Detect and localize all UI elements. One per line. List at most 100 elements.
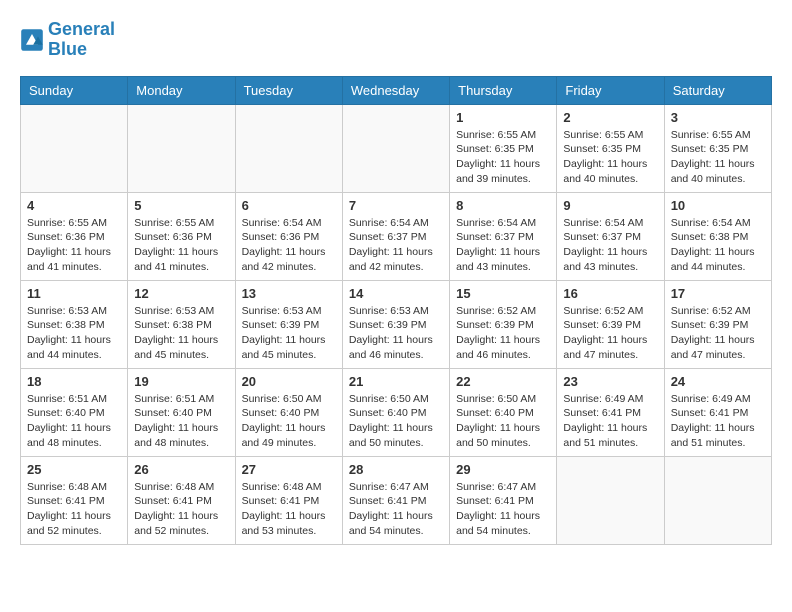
calendar-cell: 16Sunrise: 6:52 AMSunset: 6:39 PMDayligh… [557, 280, 664, 368]
day-header-friday: Friday [557, 76, 664, 104]
calendar-cell: 22Sunrise: 6:50 AMSunset: 6:40 PMDayligh… [450, 368, 557, 456]
day-number: 18 [27, 374, 121, 389]
calendar-cell: 29 Sunrise: 6:47 AMSunset: 6:41 PMDayligh… [450, 456, 557, 544]
day-number: 13 [242, 286, 336, 301]
day-number: 8 [456, 198, 550, 213]
day-number: 3 [671, 110, 765, 125]
calendar-cell: 13 Sunrise: 6:53 AMSunset: 6:39 PMDayligh… [235, 280, 342, 368]
calendar-cell: 11 Sunrise: 6:53 AMSunset: 6:38 PMDayligh… [21, 280, 128, 368]
day-info: Sunrise: 6:55 AMSunset: 6:36 PMDaylight:… [27, 216, 121, 275]
day-number: 27 [242, 462, 336, 477]
calendar-cell: 4 Sunrise: 6:55 AMSunset: 6:36 PMDaylight… [21, 192, 128, 280]
day-number: 29 [456, 462, 550, 477]
day-header-thursday: Thursday [450, 76, 557, 104]
calendar-week-1: 1 Sunrise: 6:55 AMSunset: 6:35 PMDaylight… [21, 104, 772, 192]
calendar-week-5: 25 Sunrise: 6:48 AMSunset: 6:41 PMDayligh… [21, 456, 772, 544]
calendar-cell: 23 Sunrise: 6:49 AMSunset: 6:41 PMDayligh… [557, 368, 664, 456]
calendar-cell: 21 Sunrise: 6:50 AMSunset: 6:40 PMDayligh… [342, 368, 449, 456]
day-info: Sunrise: 6:49 AMSunset: 6:41 PMDaylight:… [671, 392, 765, 451]
day-header-wednesday: Wednesday [342, 76, 449, 104]
calendar-cell: 10 Sunrise: 6:54 AMSunset: 6:38 PMDayligh… [664, 192, 771, 280]
day-number: 26 [134, 462, 228, 477]
day-info: Sunrise: 6:48 AMSunset: 6:41 PMDaylight:… [242, 480, 336, 539]
day-info: Sunrise: 6:53 AMSunset: 6:39 PMDaylight:… [349, 304, 443, 363]
day-number: 1 [456, 110, 550, 125]
logo-text: General Blue [48, 20, 115, 60]
day-info: Sunrise: 6:47 AMSunset: 6:41 PMDaylight:… [349, 480, 443, 539]
day-number: 17 [671, 286, 765, 301]
day-number: 12 [134, 286, 228, 301]
day-info: Sunrise: 6:47 AMSunset: 6:41 PMDaylight:… [456, 480, 550, 539]
day-number: 21 [349, 374, 443, 389]
day-header-sunday: Sunday [21, 76, 128, 104]
day-number: 6 [242, 198, 336, 213]
calendar-cell: 9 Sunrise: 6:54 AMSunset: 6:37 PMDaylight… [557, 192, 664, 280]
calendar-cell: 5Sunrise: 6:55 AMSunset: 6:36 PMDaylight… [128, 192, 235, 280]
day-info: Sunrise: 6:54 AMSunset: 6:36 PMDaylight:… [242, 216, 336, 275]
day-info: Sunrise: 6:50 AMSunset: 6:40 PMDaylight:… [456, 392, 550, 451]
calendar-cell: 19 Sunrise: 6:51 AMSunset: 6:40 PMDayligh… [128, 368, 235, 456]
day-info: Sunrise: 6:51 AMSunset: 6:40 PMDaylight:… [134, 392, 228, 451]
day-info: Sunrise: 6:49 AMSunset: 6:41 PMDaylight:… [563, 392, 657, 451]
calendar-cell [557, 456, 664, 544]
calendar-cell: 3 Sunrise: 6:55 AMSunset: 6:35 PMDaylight… [664, 104, 771, 192]
calendar-cell [342, 104, 449, 192]
calendar-cell [21, 104, 128, 192]
day-number: 10 [671, 198, 765, 213]
day-info: Sunrise: 6:55 AMSunset: 6:35 PMDaylight:… [671, 128, 765, 187]
calendar-cell: 12 Sunrise: 6:53 AMSunset: 6:38 PMDayligh… [128, 280, 235, 368]
day-number: 23 [563, 374, 657, 389]
calendar: SundayMondayTuesdayWednesdayThursdayFrid… [20, 76, 772, 545]
day-info: Sunrise: 6:53 AMSunset: 6:39 PMDaylight:… [242, 304, 336, 363]
day-info: Sunrise: 6:54 AMSunset: 6:38 PMDaylight:… [671, 216, 765, 275]
day-info: Sunrise: 6:54 AMSunset: 6:37 PMDaylight:… [456, 216, 550, 275]
calendar-cell: 28 Sunrise: 6:47 AMSunset: 6:41 PMDayligh… [342, 456, 449, 544]
page-header: General Blue [20, 20, 772, 60]
day-info: Sunrise: 6:52 AMSunset: 6:39 PMDaylight:… [671, 304, 765, 363]
day-number: 25 [27, 462, 121, 477]
day-number: 11 [27, 286, 121, 301]
day-number: 4 [27, 198, 121, 213]
logo-icon [20, 28, 44, 52]
calendar-cell: 17 Sunrise: 6:52 AMSunset: 6:39 PMDayligh… [664, 280, 771, 368]
calendar-cell: 7Sunrise: 6:54 AMSunset: 6:37 PMDaylight… [342, 192, 449, 280]
day-info: Sunrise: 6:53 AMSunset: 6:38 PMDaylight:… [134, 304, 228, 363]
day-info: Sunrise: 6:54 AMSunset: 6:37 PMDaylight:… [349, 216, 443, 275]
logo: General Blue [20, 20, 115, 60]
day-info: Sunrise: 6:48 AMSunset: 6:41 PMDaylight:… [27, 480, 121, 539]
calendar-cell: 15 Sunrise: 6:52 AMSunset: 6:39 PMDayligh… [450, 280, 557, 368]
day-number: 15 [456, 286, 550, 301]
calendar-cell: 2Sunrise: 6:55 AMSunset: 6:35 PMDaylight… [557, 104, 664, 192]
day-header-saturday: Saturday [664, 76, 771, 104]
calendar-cell: 1 Sunrise: 6:55 AMSunset: 6:35 PMDaylight… [450, 104, 557, 192]
day-number: 28 [349, 462, 443, 477]
day-info: Sunrise: 6:52 AMSunset: 6:39 PMDaylight:… [456, 304, 550, 363]
calendar-cell: 8 Sunrise: 6:54 AMSunset: 6:37 PMDaylight… [450, 192, 557, 280]
day-info: Sunrise: 6:55 AMSunset: 6:35 PMDaylight:… [456, 128, 550, 187]
day-header-tuesday: Tuesday [235, 76, 342, 104]
day-info: Sunrise: 6:50 AMSunset: 6:40 PMDaylight:… [349, 392, 443, 451]
day-info: Sunrise: 6:51 AMSunset: 6:40 PMDaylight:… [27, 392, 121, 451]
day-number: 20 [242, 374, 336, 389]
day-number: 14 [349, 286, 443, 301]
day-number: 19 [134, 374, 228, 389]
calendar-cell: 6 Sunrise: 6:54 AMSunset: 6:36 PMDaylight… [235, 192, 342, 280]
calendar-cell: 27 Sunrise: 6:48 AMSunset: 6:41 PMDayligh… [235, 456, 342, 544]
day-info: Sunrise: 6:48 AMSunset: 6:41 PMDaylight:… [134, 480, 228, 539]
day-number: 24 [671, 374, 765, 389]
day-number: 16 [563, 286, 657, 301]
calendar-cell [235, 104, 342, 192]
day-info: Sunrise: 6:54 AMSunset: 6:37 PMDaylight:… [563, 216, 657, 275]
calendar-cell: 20Sunrise: 6:50 AMSunset: 6:40 PMDayligh… [235, 368, 342, 456]
calendar-header-row: SundayMondayTuesdayWednesdayThursdayFrid… [21, 76, 772, 104]
day-number: 5 [134, 198, 228, 213]
day-info: Sunrise: 6:53 AMSunset: 6:38 PMDaylight:… [27, 304, 121, 363]
day-header-monday: Monday [128, 76, 235, 104]
calendar-cell [664, 456, 771, 544]
calendar-cell: 26 Sunrise: 6:48 AMSunset: 6:41 PMDayligh… [128, 456, 235, 544]
calendar-cell: 14 Sunrise: 6:53 AMSunset: 6:39 PMDayligh… [342, 280, 449, 368]
calendar-week-2: 4 Sunrise: 6:55 AMSunset: 6:36 PMDaylight… [21, 192, 772, 280]
calendar-week-3: 11 Sunrise: 6:53 AMSunset: 6:38 PMDayligh… [21, 280, 772, 368]
calendar-cell [128, 104, 235, 192]
day-number: 9 [563, 198, 657, 213]
